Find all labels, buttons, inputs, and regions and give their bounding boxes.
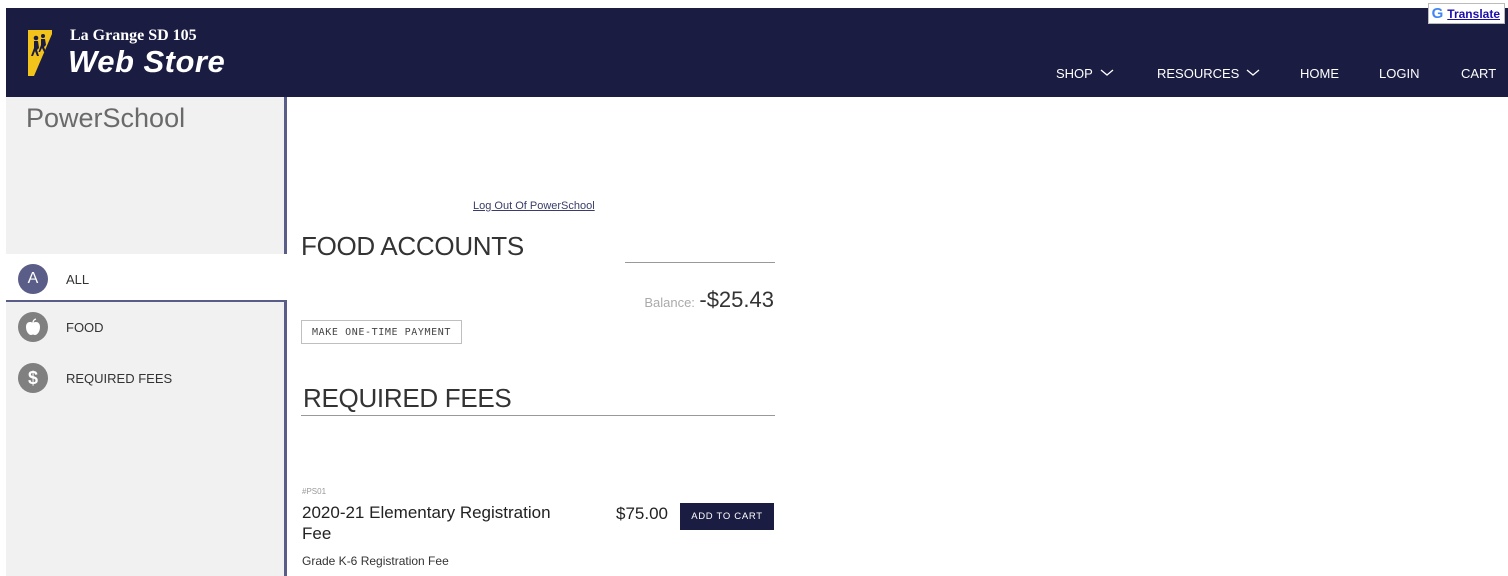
site-header: La Grange SD 105 Web Store SHOP RESOURCE… (6, 8, 1508, 97)
chevron-down-icon (1100, 69, 1114, 76)
sidebar-item-label: REQUIRED FEES (66, 371, 173, 386)
item-sku: #PS01 (302, 487, 327, 496)
item-description: Grade K-6 Registration Fee (302, 554, 449, 568)
nav-resources[interactable]: RESOURCES (1157, 63, 1260, 83)
item-price: $75.00 (616, 504, 668, 523)
balance-value: -$25.43 (699, 287, 774, 312)
sidebar-item-required-fees[interactable]: $ REQUIRED FEES (6, 363, 284, 393)
school-children-crossing-icon[interactable] (26, 28, 54, 78)
nav-cart-label: CART (1461, 65, 1497, 81)
sidebar-item-label: FOOD (66, 320, 104, 335)
page: La Grange SD 105 Web Store SHOP RESOURCE… (0, 0, 1508, 576)
logout-link[interactable]: Log Out Of PowerSchool (473, 200, 595, 212)
sidebar-item-food[interactable]: FOOD (6, 312, 284, 342)
sidebar-item-label: ALL (66, 272, 90, 287)
required-fees-heading: REQUIRED FEES (303, 383, 512, 413)
nav-login-label: LOGIN (1379, 65, 1420, 81)
nav-home-label: HOME (1300, 65, 1339, 81)
store-name[interactable]: Web Store (68, 44, 225, 80)
sidebar-item-all[interactable]: A ALL (6, 254, 287, 302)
apple-icon (18, 312, 48, 342)
nav-resources-label: RESOURCES (1157, 65, 1240, 81)
nav-shop-label: SHOP (1056, 65, 1093, 81)
nav-home[interactable]: HOME (1300, 63, 1339, 83)
divider (301, 415, 775, 416)
food-accounts-heading: FOOD ACCOUNTS (301, 231, 524, 259)
item-name: 2020-21 Elementary Registration Fee (302, 503, 551, 543)
chevron-down-icon (1246, 69, 1260, 76)
balance-display: Balance: -$25.43 (644, 287, 774, 313)
district-name: La Grange SD 105 (70, 27, 197, 44)
nav-cart[interactable]: CART (1461, 63, 1496, 83)
google-g-icon: G (1431, 5, 1444, 22)
balance-label: Balance: (644, 295, 695, 310)
translate-label: Translate (1447, 6, 1500, 21)
nav-shop[interactable]: SHOP (1056, 63, 1114, 83)
divider (625, 262, 775, 263)
add-to-cart-button[interactable]: ADD TO CART (680, 503, 774, 530)
sidebar-title: PowerSchool (26, 103, 186, 133)
nav-login[interactable]: LOGIN (1379, 63, 1419, 83)
one-time-payment-button[interactable]: MAKE ONE-TIME PAYMENT (301, 320, 463, 344)
letter-a-icon: A (18, 264, 48, 294)
translate-button[interactable]: G Translate (1427, 3, 1505, 24)
dollar-icon: $ (18, 363, 48, 393)
